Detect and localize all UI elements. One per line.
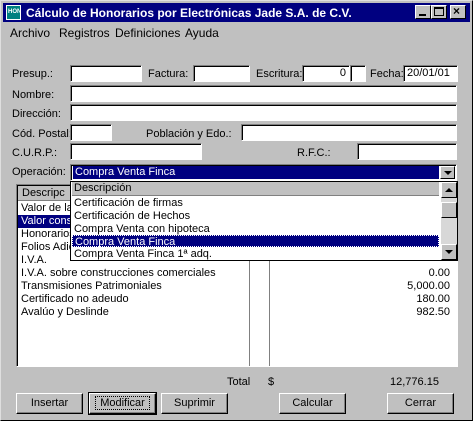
scroll-down-icon[interactable] bbox=[441, 244, 457, 260]
main-window: HON Cálculo de Honorarios por Electrónic… bbox=[0, 0, 473, 421]
operacion-dropdown-list[interactable]: Descripción Certificación de firmas Cert… bbox=[70, 181, 458, 261]
dropdown-item-selected[interactable]: Compra Venta Finca bbox=[72, 235, 439, 248]
row-value: 982.50 bbox=[416, 306, 450, 318]
maximize-button[interactable] bbox=[431, 5, 447, 19]
menu-bar: Archivo Registros Definiciones Ayuda bbox=[3, 23, 470, 41]
fecha-field[interactable]: 20/01/01 bbox=[403, 65, 458, 82]
row-desc: I.V.A. bbox=[21, 254, 47, 266]
menu-definiciones[interactable]: Definiciones bbox=[115, 26, 180, 40]
modificar-button[interactable]: Modificar bbox=[88, 392, 157, 415]
menu-ayuda[interactable]: Ayuda bbox=[185, 26, 219, 40]
direccion-field[interactable] bbox=[70, 104, 457, 121]
dropdown-item[interactable]: Compra Venta Finca 1ª adq. bbox=[72, 248, 439, 260]
curp-field[interactable] bbox=[70, 143, 202, 160]
app-icon: HON bbox=[6, 5, 21, 20]
row-value: 5,000.00 bbox=[407, 280, 450, 292]
row-value: 180.00 bbox=[416, 293, 450, 305]
modificar-button-label: Modificar bbox=[95, 396, 150, 410]
grid-row-selected[interactable]: Valor cons bbox=[18, 215, 73, 228]
row-desc: Valor de la bbox=[21, 202, 73, 214]
minimize-icon bbox=[419, 14, 426, 16]
window-title: Cálculo de Honorarios por Electrónicas J… bbox=[26, 6, 352, 20]
dropdown-item[interactable]: Compra Venta con hipoteca bbox=[72, 223, 439, 235]
scroll-thumb[interactable] bbox=[441, 202, 457, 218]
poblacion-label: Población y Edo.: bbox=[146, 128, 232, 140]
maximize-icon bbox=[434, 7, 444, 16]
nombre-field[interactable] bbox=[70, 85, 457, 102]
close-button[interactable]: × bbox=[450, 4, 466, 19]
rfc-label: R.F.C.: bbox=[297, 147, 331, 159]
total-value: 12,776.15 bbox=[390, 376, 439, 388]
dropdown-scrollbar[interactable] bbox=[441, 182, 457, 260]
row-desc: Avalúo y Deslinde bbox=[21, 306, 109, 318]
total-label: Total bbox=[227, 376, 251, 388]
total-currency: $ bbox=[268, 376, 275, 388]
row-desc: Transmisiones Patrimoniales bbox=[21, 280, 162, 292]
escritura-field[interactable]: 0 bbox=[302, 65, 350, 82]
direccion-label: Dirección: bbox=[12, 108, 61, 120]
close-icon: × bbox=[453, 4, 461, 18]
curp-label: C.U.R.P.: bbox=[12, 147, 58, 159]
row-desc: I.V.A. sobre construcciones comerciales bbox=[21, 267, 216, 279]
minimize-button[interactable] bbox=[415, 5, 431, 19]
cerrar-button[interactable]: Cerrar bbox=[387, 393, 454, 414]
row-desc: Honorarios bbox=[21, 228, 75, 240]
menu-registros[interactable]: Registros bbox=[59, 26, 110, 40]
grid-row[interactable]: Transmisiones Patrimoniales 5,000.00 bbox=[18, 280, 456, 293]
grid-row[interactable]: Certificado no adeudo 180.00 bbox=[18, 293, 456, 306]
row-desc: Folios Adic bbox=[21, 241, 75, 253]
insertar-button[interactable]: Insertar bbox=[16, 393, 83, 414]
scroll-up-icon[interactable] bbox=[441, 182, 457, 198]
dropdown-item[interactable]: Certificación de Hechos bbox=[72, 210, 439, 222]
nombre-label: Nombre: bbox=[12, 89, 55, 101]
fecha-label: Fecha: bbox=[370, 68, 404, 80]
combo-dropdown-icon[interactable] bbox=[440, 166, 455, 179]
suprimir-button[interactable]: Suprimir bbox=[161, 393, 228, 414]
escritura-extra-field[interactable] bbox=[350, 65, 366, 82]
cp-field[interactable] bbox=[70, 124, 112, 141]
title-bar[interactable]: HON Cálculo de Honorarios por Electrónic… bbox=[3, 3, 470, 22]
row-value: 0.00 bbox=[428, 267, 450, 279]
row-desc: Valor cons bbox=[21, 215, 73, 227]
factura-label: Factura: bbox=[148, 68, 189, 80]
app-icon-text: HON bbox=[8, 9, 22, 15]
operacion-selected-value: Compra Venta Finca bbox=[73, 166, 439, 179]
dropdown-item[interactable]: Certificación de firmas bbox=[72, 197, 439, 209]
rfc-field[interactable] bbox=[357, 143, 457, 160]
operacion-label: Operación: bbox=[12, 166, 66, 178]
poblacion-field[interactable] bbox=[241, 124, 457, 141]
cp-label: Cód. Postal: bbox=[12, 128, 72, 140]
factura-field[interactable] bbox=[193, 65, 250, 82]
grid-row[interactable]: Avalúo y Deslinde 982.50 bbox=[18, 306, 456, 319]
calcular-button[interactable]: Calcular bbox=[279, 393, 346, 414]
row-desc: Certificado no adeudo bbox=[21, 293, 129, 305]
menu-archivo[interactable]: Archivo bbox=[10, 26, 50, 40]
presup-label: Presup.: bbox=[12, 68, 53, 80]
operacion-combo[interactable]: Compra Venta Finca bbox=[70, 164, 457, 181]
grid-row[interactable]: I.V.A. sobre construcciones comerciales 0… bbox=[18, 267, 456, 280]
dropdown-header: Descripción bbox=[72, 182, 439, 196]
presup-field[interactable] bbox=[70, 65, 142, 82]
escritura-label: Escritura: bbox=[256, 68, 303, 80]
